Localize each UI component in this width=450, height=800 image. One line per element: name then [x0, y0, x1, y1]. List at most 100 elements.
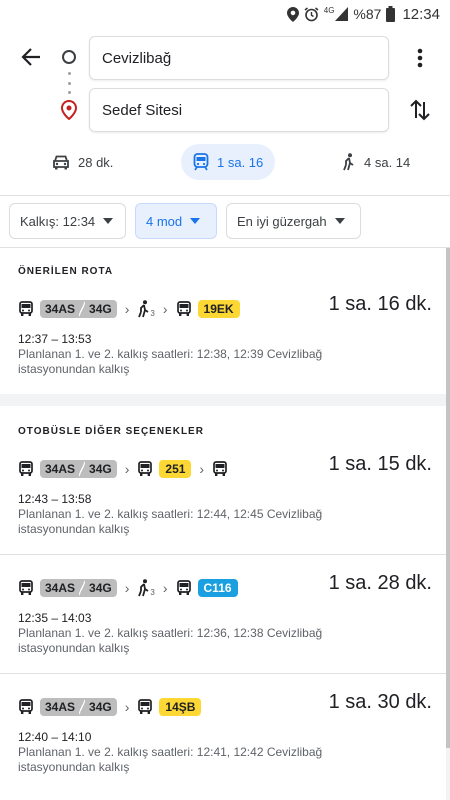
transit-mode-chip[interactable]: 4 mod	[135, 203, 217, 239]
route-detail: Planlanan 1. ve 2. kalkış saatleri: 12:4…	[18, 507, 323, 536]
route-times: 12:43 – 13:58	[18, 492, 92, 506]
route-connector	[68, 72, 71, 94]
tab-transit[interactable]: 1 sa. 16	[181, 144, 276, 180]
transit-duration: 1 sa. 16	[217, 154, 264, 170]
route-option[interactable]: 34AS 34G › 14ŞB 1 sa. 30 dk. 12:40 – 14:1…	[0, 691, 446, 795]
line-badge: C116	[197, 579, 238, 597]
status-bar: 4G %87 12:34	[0, 0, 450, 28]
battery-percent: %87	[353, 6, 382, 22]
destination-input[interactable]: Sedef Sitesi	[89, 88, 389, 132]
chevron-right-icon: ›	[124, 461, 130, 477]
walk-step: 3	[137, 300, 155, 318]
back-arrow-icon	[21, 48, 40, 66]
dropdown-caret-icon	[190, 218, 201, 224]
walk-icon	[138, 579, 149, 597]
divider	[0, 673, 446, 674]
walk-icon	[343, 153, 354, 171]
swap-icon	[410, 99, 430, 121]
travel-mode-tabs: 28 dk. 1 sa. 16 4 sa. 14	[0, 144, 450, 184]
route-detail: Planlanan 1. ve 2. kalkış saatleri: 12:4…	[18, 745, 323, 774]
bus-icon	[18, 461, 34, 477]
clock: 12:34	[402, 5, 440, 23]
more-options-button[interactable]	[406, 44, 434, 72]
route-duration: 1 sa. 16 dk.	[328, 293, 432, 315]
bus-icon	[18, 580, 34, 596]
route-duration: 1 sa. 28 dk.	[328, 572, 432, 594]
tab-walking[interactable]: 4 sa. 14	[330, 144, 422, 180]
walk-minutes: 3	[150, 588, 155, 597]
route-steps: 34AS 34G › 14ŞB	[18, 695, 202, 719]
line-badge: 34AS	[40, 300, 80, 318]
route-duration: 1 sa. 30 dk.	[328, 691, 432, 713]
route-duration: 1 sa. 15 dk.	[328, 453, 432, 475]
tab-driving[interactable]: 28 dk.	[40, 144, 125, 180]
route-detail: Planlanan 1. ve 2. kalkış saatleri: 12:3…	[18, 347, 323, 376]
other-bus-options-section: OTOBÜSLE DİĞER SEÇENEKLER 34AS 34G › 251 …	[0, 406, 446, 800]
line-badge: 251	[159, 460, 192, 478]
line-badge: 34G	[85, 698, 117, 716]
walk-minutes: 3	[150, 309, 155, 318]
signal-icon: 4G	[324, 7, 349, 21]
route-option[interactable]: 34AS 34G › 251 › 1 sa. 15 dk. 12:43 – 13:…	[0, 453, 446, 557]
departure-time-label: Kalkış: 12:34	[20, 213, 96, 229]
chevron-right-icon: ›	[124, 301, 130, 317]
results-list: ÖNERİLEN ROTA 34AS 34G › 3 › 19EK 1 sa. 1…	[0, 248, 450, 800]
line-badge-combined: 34AS 34G	[40, 698, 117, 716]
line-badge-combined: 34AS 34G	[40, 300, 117, 318]
route-detail: Planlanan 1. ve 2. kalkış saatleri: 12:3…	[18, 626, 323, 655]
location-icon	[286, 6, 299, 22]
line-badge: 34G	[85, 579, 117, 597]
route-steps: 34AS 34G › 3 › C116	[18, 576, 238, 600]
back-button[interactable]	[16, 42, 46, 72]
route-times: 12:40 – 14:10	[18, 730, 92, 744]
filter-bar: Kalkış: 12:34 4 mod En iyi güzergah	[0, 196, 450, 248]
section-title: OTOBÜSLE DİĞER SEÇENEKLER	[18, 426, 204, 437]
line-badge: 19EK	[197, 300, 240, 318]
destination-pin-icon	[60, 99, 78, 125]
bus-icon	[18, 699, 34, 715]
chevron-right-icon: ›	[124, 580, 130, 596]
more-vert-icon	[417, 48, 423, 68]
dropdown-caret-icon	[103, 218, 114, 224]
section-title: ÖNERİLEN ROTA	[18, 266, 114, 277]
scrollbar[interactable]	[446, 248, 450, 748]
transit-mode-label: 4 mod	[146, 213, 183, 229]
line-badge: 34AS	[40, 579, 80, 597]
origin-circle-icon	[62, 50, 76, 64]
walk-icon	[138, 300, 149, 318]
alarm-icon	[304, 6, 319, 22]
chevron-right-icon: ›	[124, 699, 130, 715]
route-steps: 34AS 34G › 3 › 19EK	[18, 297, 240, 321]
line-badge: 34G	[85, 300, 117, 318]
route-preference-label: En iyi güzergah	[237, 213, 327, 229]
departure-time-chip[interactable]: Kalkış: 12:34	[9, 203, 126, 239]
line-badge-combined: 34AS 34G	[40, 579, 117, 597]
bus-icon	[212, 461, 228, 477]
swap-button[interactable]	[406, 96, 434, 124]
recommended-section: ÖNERİLEN ROTA 34AS 34G › 3 › 19EK 1 sa. 1…	[0, 248, 446, 394]
battery-icon	[386, 6, 396, 22]
bus-icon	[18, 301, 34, 317]
chevron-right-icon: ›	[162, 301, 168, 317]
line-badge: 34G	[85, 460, 117, 478]
line-badge: 34AS	[40, 460, 80, 478]
chevron-right-icon: ›	[162, 580, 168, 596]
walking-duration: 4 sa. 14	[364, 154, 411, 170]
transit-icon	[193, 153, 209, 171]
line-badge: 34AS	[40, 698, 80, 716]
bus-icon	[137, 699, 153, 715]
walk-step: 3	[137, 579, 155, 597]
origin-input[interactable]: Cevizlibağ	[89, 36, 389, 80]
line-badge-combined: 34AS 34G	[40, 460, 117, 478]
driving-duration: 28 dk.	[78, 154, 114, 170]
route-times: 12:37 – 13:53	[18, 332, 92, 346]
directions-header: Cevizlibağ Sedef Sitesi 28 dk. 1 sa. 16 …	[0, 28, 450, 196]
signal-label: 4G	[323, 6, 335, 15]
route-preference-chip[interactable]: En iyi güzergah	[226, 203, 361, 239]
chevron-right-icon: ›	[199, 461, 205, 477]
line-badge: 14ŞB	[159, 698, 202, 716]
route-times: 12:35 – 14:03	[18, 611, 92, 625]
car-icon	[53, 155, 69, 170]
route-option[interactable]: 34AS 34G › 3 › 19EK 1 sa. 16 dk. 12:37 – …	[0, 293, 446, 397]
route-option[interactable]: 34AS 34G › 3 › C116 1 sa. 28 dk. 12:35 – …	[0, 572, 446, 676]
